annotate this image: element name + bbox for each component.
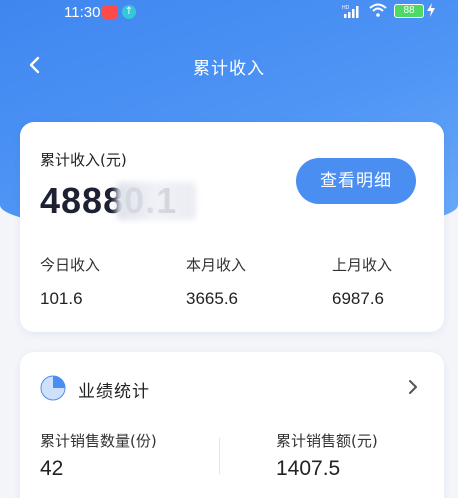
pie-chart-icon [40, 375, 66, 401]
total-income-label: 累计收入(元) [40, 151, 127, 169]
performance-header[interactable]: 业绩统计 [20, 352, 444, 422]
performance-card: 业绩统计 累计销售数量(份) 42 累计销售额(元) 1407.5 [20, 352, 444, 498]
sales-amount-label: 累计销售额(元) [276, 432, 378, 450]
last-month-income: 上月收入 6987.6 [332, 254, 452, 309]
last-month-income-label: 上月收入 [332, 256, 393, 274]
today-income: 今日收入 101.6 [40, 254, 160, 309]
status-time: 11:30 [64, 4, 101, 21]
wifi-icon [369, 3, 387, 17]
signal-icon: HD [342, 5, 359, 18]
battery-icon: 88 [394, 4, 424, 18]
today-income-label: 今日收入 [40, 256, 101, 274]
sales-quantity: 累计销售数量(份) 42 [40, 430, 157, 481]
upload-notification-icon: ↑ [122, 5, 136, 19]
income-card: 累计收入(元) 48880.1 查看明细 今日收入 101.6 本月收入 366… [20, 122, 444, 332]
month-income-label: 本月收入 [186, 256, 247, 274]
month-income-value: 3665.6 [186, 289, 238, 308]
sales-amount-value: 1407.5 [276, 457, 341, 480]
today-income-value: 101.6 [40, 289, 83, 308]
sales-amount: 累计销售额(元) 1407.5 [276, 430, 378, 481]
month-income: 本月收入 3665.6 [186, 254, 306, 309]
sales-quantity-value: 42 [40, 457, 64, 480]
stat-divider [219, 438, 220, 474]
view-details-button[interactable]: 查看明细 [296, 158, 416, 204]
amount-privacy-blur [116, 182, 196, 220]
performance-title: 业绩统计 [78, 382, 150, 402]
svg-text:HD: HD [342, 5, 350, 11]
chevron-right-icon[interactable] [406, 378, 420, 396]
charging-bolt-icon [427, 3, 435, 17]
notification-app-icon [102, 5, 118, 19]
last-month-income-value: 6987.6 [332, 289, 384, 308]
sales-quantity-label: 累计销售数量(份) [40, 432, 157, 450]
status-bar: 11:30 ↑ HD 88 [0, 0, 458, 26]
page-title: 累计收入 [193, 59, 265, 79]
